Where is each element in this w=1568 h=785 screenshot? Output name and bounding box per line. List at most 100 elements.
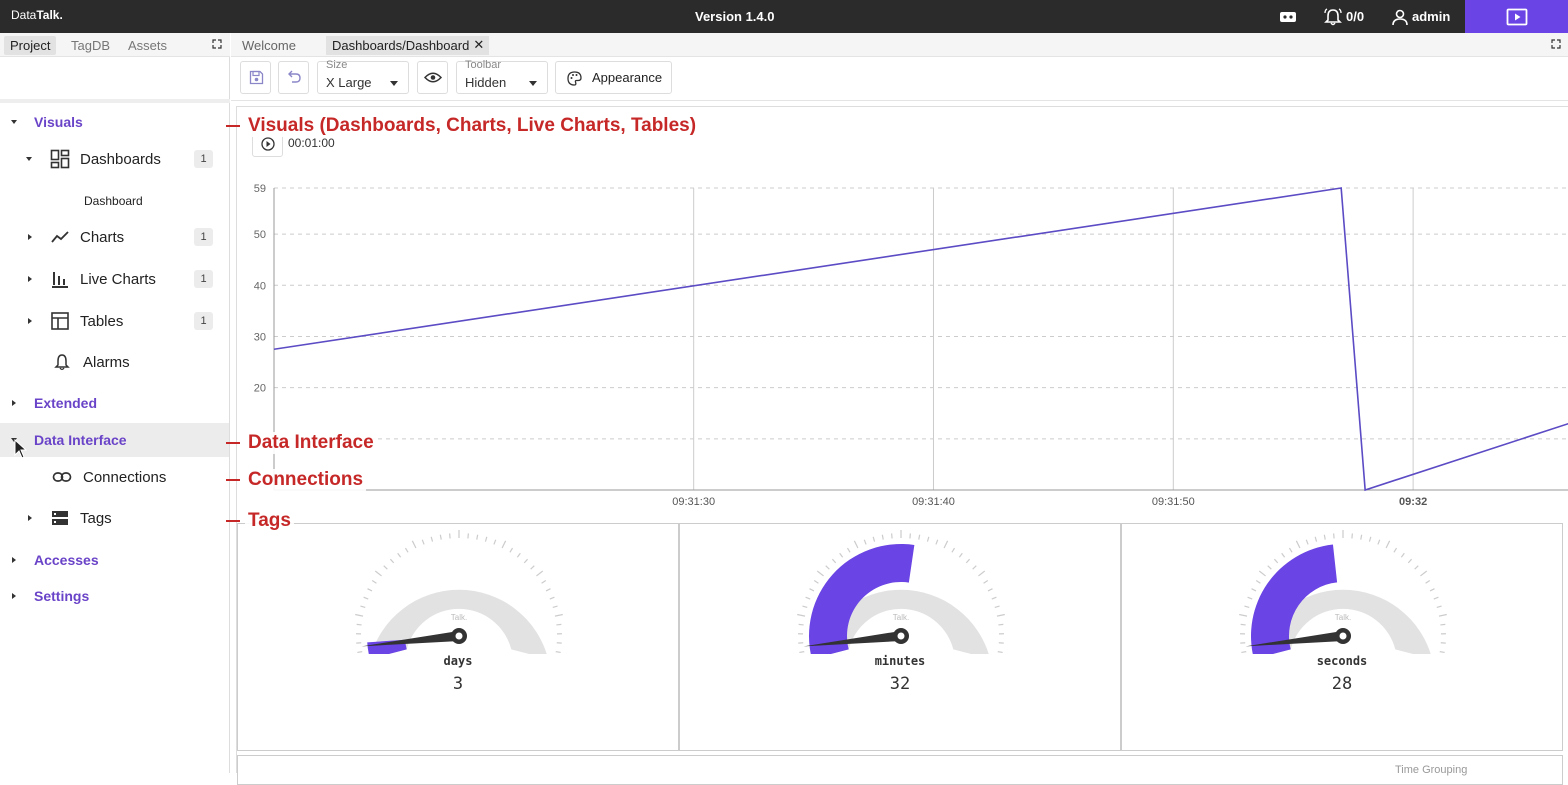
present-button[interactable] bbox=[1465, 0, 1568, 33]
size-select[interactable]: Size X Large bbox=[317, 61, 409, 94]
item-label: Dashboards bbox=[80, 151, 161, 168]
gauge-tick bbox=[550, 597, 555, 599]
count-badge: 1 bbox=[194, 312, 213, 330]
tab-welcome[interactable]: Welcome bbox=[236, 36, 302, 55]
alarms-button[interactable]: 0/0 bbox=[1323, 6, 1364, 27]
tree-item-connections[interactable]: Connections bbox=[0, 460, 229, 494]
section-label: Settings bbox=[34, 588, 89, 604]
user-icon bbox=[1391, 8, 1409, 26]
save-button[interactable] bbox=[240, 61, 271, 94]
tab-dashboard[interactable]: Dashboards/Dashboard ✕ bbox=[326, 36, 489, 55]
gauge-tick bbox=[477, 535, 478, 540]
gauge-watermark: Talk. bbox=[1335, 613, 1351, 622]
chevron-right-icon bbox=[28, 276, 32, 282]
gamepad-icon[interactable] bbox=[1279, 6, 1297, 27]
tree-section-data-interface[interactable]: Data Interface bbox=[0, 423, 229, 457]
gauge-tick bbox=[944, 541, 948, 548]
bell-icon bbox=[1323, 8, 1343, 26]
gauge-tick bbox=[1241, 624, 1246, 625]
gauge-tick bbox=[1315, 537, 1316, 542]
preview-button[interactable] bbox=[417, 61, 448, 94]
gauge-tick bbox=[546, 589, 550, 591]
gauge-tick bbox=[1420, 571, 1426, 576]
gauge-seconds: Talk. seconds 28 bbox=[1121, 523, 1563, 751]
gauge-tick bbox=[412, 541, 416, 548]
tree-section-settings[interactable]: Settings bbox=[0, 579, 229, 613]
item-label: Tables bbox=[80, 313, 123, 330]
gauge-tick bbox=[524, 559, 527, 563]
gauge-tick bbox=[1296, 541, 1300, 548]
gauge-tick bbox=[384, 566, 388, 569]
gauge-dial: Talk. bbox=[680, 524, 1122, 654]
count-badge: 1 bbox=[194, 150, 213, 168]
mouse-cursor-icon bbox=[14, 439, 28, 459]
gauge-tick bbox=[398, 553, 401, 557]
gauge-tick bbox=[919, 535, 920, 540]
line-chart: 203040505909:31:3009:31:4009:31:5009:320… bbox=[237, 107, 1568, 519]
gauge-tick bbox=[997, 615, 1005, 617]
gauge-tick bbox=[1378, 540, 1380, 545]
gauge-tick bbox=[1252, 589, 1256, 591]
gauge-tick bbox=[995, 606, 1000, 607]
x-tick-label: 09:32 bbox=[1399, 496, 1427, 508]
tree-section-extended[interactable]: Extended bbox=[0, 386, 229, 420]
user-menu[interactable]: admin bbox=[1391, 6, 1450, 27]
gauge-tick bbox=[1437, 606, 1442, 607]
section-label: Accesses bbox=[34, 552, 99, 568]
gauge-tick bbox=[1394, 548, 1397, 552]
gauge-tick bbox=[810, 589, 814, 591]
expand-icon[interactable] bbox=[1551, 39, 1561, 49]
alarm-count: 0/0 bbox=[1346, 9, 1364, 24]
user-name: admin bbox=[1412, 9, 1450, 24]
tab-assets[interactable]: Assets bbox=[122, 36, 173, 55]
gauge-watermark: Talk. bbox=[451, 613, 467, 622]
section-label: Data Interface bbox=[34, 432, 127, 448]
line-chart-widget: 00:01:00 203040505909:31:3009:31:4009:31… bbox=[237, 107, 1568, 519]
expand-icon[interactable] bbox=[212, 39, 222, 49]
tree-section-visuals[interactable]: Visuals bbox=[0, 105, 229, 139]
tree-item-dashboard[interactable]: Dashboard bbox=[0, 184, 229, 218]
gauge-tick bbox=[1259, 571, 1265, 576]
time-grouping-label: Time Grouping bbox=[1395, 764, 1467, 776]
gauge-days: Talk. days 3 bbox=[237, 523, 679, 751]
tree-item-dashboards[interactable]: Dashboards 1 bbox=[0, 142, 229, 176]
line-chart-icon bbox=[50, 227, 70, 247]
alarm-bell-icon bbox=[52, 352, 72, 372]
tab-tagdb[interactable]: TagDB bbox=[65, 36, 116, 55]
gauge-tick bbox=[375, 571, 381, 576]
tree-item-live-charts[interactable]: Live Charts 1 bbox=[0, 262, 229, 296]
gauge-tick bbox=[966, 559, 969, 563]
gauge-tick bbox=[814, 581, 818, 584]
chevron-down-icon bbox=[26, 157, 32, 161]
bar-chart-icon bbox=[50, 269, 70, 289]
tree-item-tags[interactable]: Tags bbox=[0, 501, 229, 535]
tab-project[interactable]: Project bbox=[4, 36, 56, 55]
count-badge: 1 bbox=[194, 228, 213, 246]
tree-section-accesses[interactable]: Accesses bbox=[0, 543, 229, 577]
undo-button[interactable] bbox=[278, 61, 309, 94]
gauge-tick bbox=[1248, 597, 1253, 599]
gauge-tick bbox=[992, 597, 997, 599]
gauge-tick bbox=[1274, 559, 1277, 563]
gauge-tick bbox=[873, 537, 874, 542]
left-tab-bar: Project TagDB Assets bbox=[0, 33, 230, 57]
x-tick-label: 09:31:40 bbox=[912, 496, 955, 508]
tree-item-charts[interactable]: Charts 1 bbox=[0, 220, 229, 254]
appearance-button[interactable]: Appearance bbox=[555, 61, 672, 94]
tree-item-alarms[interactable]: Alarms bbox=[0, 345, 229, 379]
gauge-tick bbox=[440, 535, 441, 540]
tree-item-tables[interactable]: Tables 1 bbox=[0, 304, 229, 338]
gauge-tick bbox=[1434, 597, 1439, 599]
y-tick-label: 59 bbox=[254, 183, 266, 195]
gauge-tick bbox=[556, 652, 561, 653]
slideshow-icon bbox=[1506, 8, 1528, 26]
size-field-value: X Large bbox=[326, 75, 372, 90]
gauge-value: 32 bbox=[680, 674, 1120, 694]
gauge-watermark: Talk. bbox=[893, 613, 909, 622]
gauge-tick bbox=[1426, 581, 1430, 584]
toolbar-select[interactable]: Toolbar Hidden bbox=[456, 61, 548, 94]
gauge-tick bbox=[536, 571, 542, 576]
x-tick-label: 09:31:50 bbox=[1152, 496, 1195, 508]
gauge-tick bbox=[936, 540, 938, 545]
close-icon[interactable]: ✕ bbox=[473, 37, 484, 53]
